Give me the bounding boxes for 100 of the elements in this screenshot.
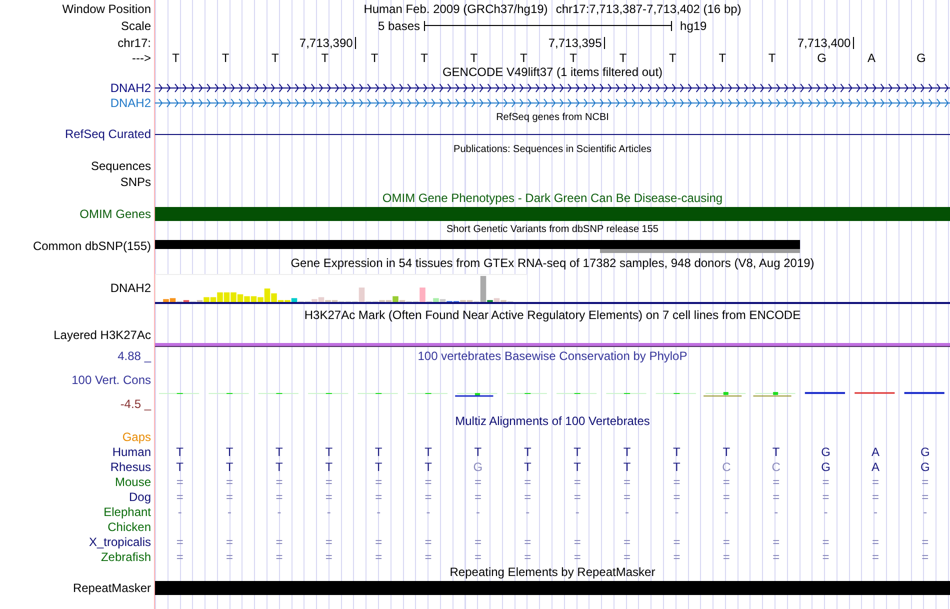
alignment-base: = [872,536,879,548]
alignment-base: - [526,506,530,518]
alignment-base: T [374,460,382,472]
alignment-base: T [574,460,582,472]
position-tick: 7,713,390 [299,36,356,48]
alignment-base: = [624,536,631,548]
track-label[interactable]: Mouse [114,476,151,488]
alignment-base: T [424,446,432,458]
alignment-base: = [226,476,234,488]
alignment-base: T [176,460,184,472]
alignment-base: = [424,476,432,488]
alignment-base: T [325,460,333,472]
alignment-base: - [575,506,580,518]
alignment-base: = [276,490,283,502]
alignment-base: = [424,490,432,502]
track-label[interactable]: RefSeq Curated [64,128,151,140]
base-letter: T [570,52,578,64]
track-label[interactable]: X_tropicalis [88,536,151,548]
position-text: chr17:7,713,387-7,713,402 (16 bp) [556,2,742,14]
track-label[interactable]: DNAH2 [110,96,151,108]
alignment-base: = [922,476,929,488]
track-label[interactable]: Human [112,446,151,458]
alignment-base: T [524,460,532,472]
alignment-base: = [176,490,184,502]
track-label[interactable]: Layered H3K27Ac [54,328,151,340]
track-label[interactable]: OMIM Genes [80,208,151,220]
track-label[interactable]: Zebrafish [100,550,151,562]
alignment-base: T [524,446,532,458]
alignment-base: = [624,476,631,488]
track-title: Short Genetic Variants from dbSNP release 155 [446,225,658,235]
alignment-base: - [774,506,778,518]
track-label[interactable]: ---> [132,52,151,64]
base-letter: T [321,52,329,64]
track-label[interactable]: Scale [120,20,151,32]
track-label[interactable]: DNAH2 [110,82,151,94]
alignment-base: A [871,446,880,458]
alignment-base: - [476,506,480,518]
alignment-base: = [574,550,581,562]
alignment-base: = [375,490,382,502]
track-title: Repeating Elements by RepeatMasker [450,566,656,578]
alignment-base: = [276,550,283,562]
alignment-base: - [277,506,282,518]
alignment-base: = [524,536,532,548]
track-label[interactable]: Chicken [108,520,151,532]
alignment-base: = [176,536,184,548]
track-title: OMIM Gene Phenotypes - Dark Green Can Be Disease-causing [382,192,723,204]
alignment-base: T [276,446,283,458]
alignment-base: T [772,446,780,458]
alignment-base: = [474,476,482,488]
track-title: Publications: Sequences in Scientific Articles [454,145,652,155]
alignment-base: G [473,460,483,472]
alignment-base: = [624,550,631,562]
alignment-base: = [922,536,929,548]
alignment-base: = [772,536,780,548]
alignment-base: = [722,550,730,562]
alignment-base: = [226,536,234,548]
alignment-base: = [673,490,680,502]
track-label[interactable]: Elephant [104,506,151,518]
gene-strand-drawing[interactable] [155,82,950,92]
alignment-base: = [673,476,680,488]
scale-text: 5 bases [378,20,420,32]
base-letter: G [916,52,926,64]
track-label[interactable]: Rhesus [110,460,151,472]
alignment-base: T [673,446,680,458]
alignment-base: = [574,476,581,488]
alignment-base: = [176,476,184,488]
track-label[interactable]: Dog [128,490,151,502]
alignment-base: = [474,536,482,548]
track-label[interactable]: SNPs [120,176,151,188]
track-label[interactable]: RepeatMasker [72,582,151,594]
alignment-base: - [625,506,630,518]
alignment-base: G [920,460,930,472]
base-letter: T [420,52,428,64]
track-label[interactable]: 100 Vert. Cons [72,374,151,386]
scale-db-text: hg19 [680,20,707,32]
alignment-base: - [178,506,182,518]
alignment-base: C [772,460,780,472]
alignment-base: = [772,490,780,502]
track-label[interactable]: DNAH2 [110,282,151,294]
track-title: 100 vertebrates Basewise Conservation by PhyloP [418,350,688,362]
track-label[interactable]: Window Position [62,2,151,14]
alignment-base: T [176,446,184,458]
alignment-base: = [673,550,680,562]
alignment-base: = [524,550,532,562]
signal-band[interactable] [155,343,950,347]
alignment-base: T [325,446,333,458]
track-label[interactable]: chr17: [118,36,151,48]
alignment-base: = [524,490,532,502]
alignment-base: = [922,550,929,562]
assembly-text: Human Feb. 2009 (GRCh37/hg19) [364,2,548,14]
alignment-base: - [824,506,828,518]
base-letter: T [619,52,627,64]
alignment-base: = [375,476,382,488]
base-letter: T [370,52,378,64]
variant-bar[interactable] [600,248,800,252]
track-label[interactable]: Sequences [90,160,151,172]
base-letter: T [470,52,478,64]
track-label[interactable]: Common dbSNP(155) [32,240,151,252]
variant-bar[interactable] [155,240,800,248]
alignment-base: = [424,550,432,562]
